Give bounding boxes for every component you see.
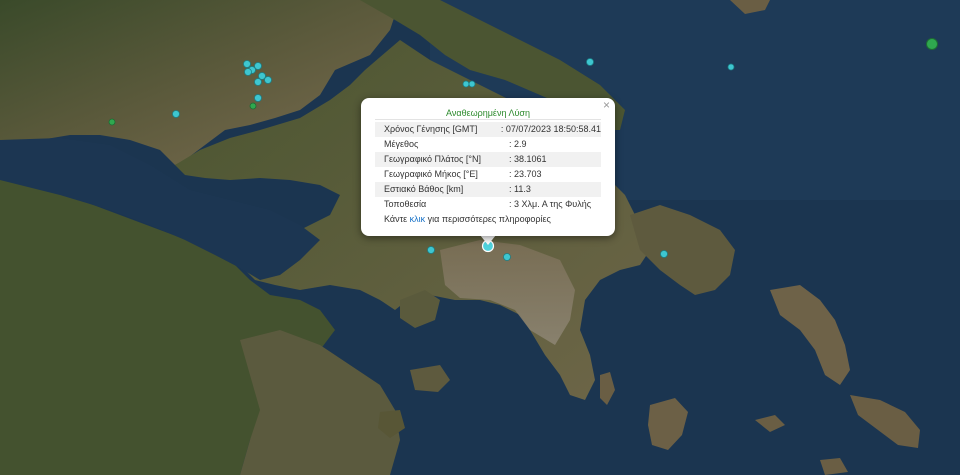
more-info-suffix: για περισσότερες πληροφορίες — [425, 214, 551, 224]
earthquake-marker[interactable] — [427, 246, 435, 254]
earthquake-marker[interactable] — [172, 110, 180, 118]
earthquake-marker[interactable] — [926, 38, 938, 50]
popup-pointer — [480, 235, 496, 245]
earthquake-marker[interactable] — [503, 253, 511, 261]
info-row-origin-time: Χρόνος Γένησης [GMT] : 07/07/2023 18:50:… — [375, 122, 601, 137]
info-label: Γεωγραφικό Μήκος [°E] — [384, 169, 478, 179]
info-row-magnitude: Μέγεθος : 2.9 — [375, 137, 601, 152]
info-row-depth: Εστιακό Βάθος [km] : 11.3 — [375, 182, 601, 197]
info-label: Χρόνος Γένησης [GMT] — [384, 124, 478, 134]
info-value: : 38.1061 — [509, 154, 547, 164]
info-value: : 07/07/2023 18:50:58.41 — [500, 124, 601, 134]
info-label: Μέγεθος — [384, 139, 419, 149]
info-label: Εστιακό Βάθος [km] — [384, 184, 464, 194]
info-row-latitude: Γεωγραφικό Πλάτος [°N] : 38.1061 — [375, 152, 601, 167]
info-row-longitude: Γεωγραφικό Μήκος [°E] : 23.703 — [375, 167, 601, 182]
earthquake-marker[interactable] — [727, 63, 735, 71]
earthquake-marker[interactable] — [244, 68, 252, 76]
close-icon[interactable]: × — [603, 99, 610, 111]
popup-title: Αναθεωρημένη Λύση — [375, 107, 601, 120]
info-value: : 23.703 — [509, 169, 542, 179]
earthquake-marker[interactable] — [586, 58, 594, 66]
earthquake-info-popup: × Αναθεωρημένη Λύση Χρόνος Γένησης [GMT]… — [361, 98, 615, 236]
info-value: : 3 Χλμ. Α της Φυλής — [509, 199, 592, 209]
more-info-line: Κάντε κλικ για περισσότερες πληροφορίες — [375, 212, 601, 227]
earthquake-marker[interactable] — [254, 62, 262, 70]
earthquake-marker[interactable] — [254, 94, 262, 102]
info-row-location: Τοποθεσία : 3 Χλμ. Α της Φυλής — [375, 197, 601, 212]
earthquake-marker[interactable] — [468, 80, 476, 88]
more-info-prefix: Κάντε — [384, 214, 410, 224]
info-value: : 11.3 — [509, 184, 531, 194]
earthquake-marker[interactable] — [243, 60, 251, 68]
earthquake-marker[interactable] — [264, 76, 272, 84]
earthquake-marker[interactable] — [249, 102, 257, 110]
info-label: Γεωγραφικό Πλάτος [°N] — [384, 154, 481, 164]
info-value: : 2.9 — [509, 139, 527, 149]
more-info-link[interactable]: κλικ — [410, 214, 426, 224]
earthquake-marker[interactable] — [108, 118, 116, 126]
earthquake-marker[interactable] — [462, 80, 470, 88]
earthquake-marker[interactable] — [254, 78, 262, 86]
earthquake-marker[interactable] — [660, 250, 668, 258]
info-label: Τοποθεσία — [384, 199, 427, 209]
